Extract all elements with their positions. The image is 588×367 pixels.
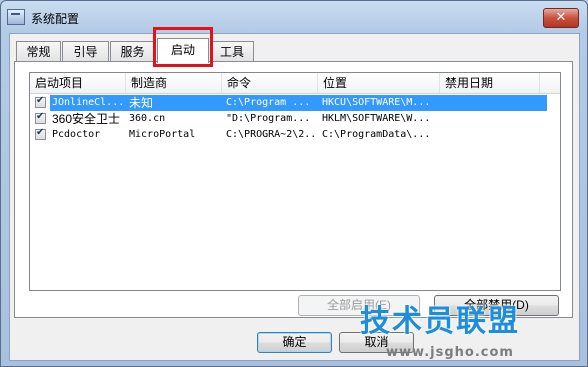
list-header: 启动项目 制造商 命令 位置 禁用日期: [30, 73, 560, 94]
msconfig-app-icon: [7, 9, 25, 25]
item-manufacturer: 360.cn: [129, 113, 166, 124]
startup-panel: 启动项目 制造商 命令 位置 禁用日期 JOnlineCl... 未知 C:\P…: [14, 61, 573, 318]
list-item[interactable]: 360安全卫士 360.cn "D:\Program... HKLM\SOFTW…: [30, 111, 560, 127]
startup-items-list[interactable]: 启动项目 制造商 命令 位置 禁用日期 JOnlineCl... 未知 C:\P…: [29, 72, 561, 291]
enable-checkbox[interactable]: [35, 127, 46, 140]
item-disabled-date: [444, 127, 540, 143]
ok-button[interactable]: 确定: [257, 332, 332, 353]
title-bar[interactable]: 系统配置 ✕: [1, 1, 587, 33]
watermark-logo-text: 技术员联盟: [360, 304, 520, 339]
tab-services[interactable]: 服务: [110, 41, 155, 61]
column-startup-item[interactable]: 启动项目: [30, 73, 126, 93]
item-location: HKLM\SOFTWARE\W...: [322, 113, 431, 124]
item-disabled-date: [444, 95, 540, 111]
enable-checkbox[interactable]: [35, 95, 46, 108]
list-item[interactable]: JOnlineCl... 未知 C:\Program ... HKCU\SOFT…: [30, 95, 560, 111]
tab-tools[interactable]: 工具: [210, 41, 254, 61]
column-manufacturer[interactable]: 制造商: [126, 73, 222, 93]
item-name: Pcdoctor: [52, 129, 101, 140]
item-manufacturer: 未知: [129, 96, 154, 110]
window-title: 系统配置: [31, 12, 80, 26]
enable-checkbox[interactable]: [35, 111, 46, 124]
column-disabled-date[interactable]: 禁用日期: [440, 73, 540, 93]
tab-general[interactable]: 常规: [16, 41, 61, 61]
item-location: C:\ProgramData\...: [322, 129, 431, 140]
column-command[interactable]: 命令: [222, 73, 318, 93]
startup-tab-highlight-box: [153, 27, 213, 67]
tab-boot[interactable]: 引导: [62, 41, 109, 61]
item-name: JOnlineCl...: [52, 97, 124, 108]
list-item[interactable]: Pcdoctor MicroPortal C:\PROGRA~2\2... C:…: [30, 127, 560, 143]
close-button[interactable]: ✕: [543, 8, 579, 28]
item-location: HKCU\SOFTWARE\M...: [322, 97, 431, 108]
item-command: C:\PROGRA~2\2...: [226, 129, 316, 140]
tab-strip: 常规 引导 服务 启动 工具: [14, 38, 574, 63]
item-command: C:\Program ...: [226, 97, 311, 108]
column-location[interactable]: 位置: [318, 73, 440, 93]
item-disabled-date: [444, 111, 540, 127]
watermark-url: www.jsgho.com: [386, 345, 514, 360]
item-manufacturer: MicroPortal: [129, 129, 196, 140]
item-command: "D:\Program...: [226, 113, 311, 124]
item-name: 360安全卫士: [52, 112, 121, 126]
